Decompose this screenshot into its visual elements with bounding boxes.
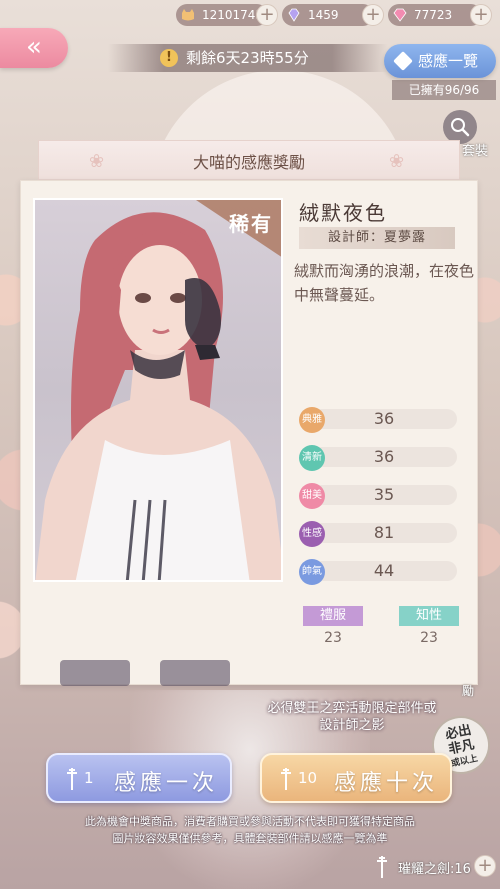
draw-once-label: 感應一次 bbox=[114, 771, 219, 796]
draw-once-cost: 1 bbox=[84, 769, 94, 787]
diamond-counter: 1459 + bbox=[282, 4, 384, 26]
draw-once-button[interactable]: 1 感應一次 bbox=[46, 753, 232, 803]
promo-text: 必得雙王之弈活動限定部件或設計師之影 bbox=[267, 701, 437, 733]
search-button[interactable] bbox=[443, 110, 477, 144]
diamond-plus-button[interactable]: + bbox=[362, 4, 384, 26]
diamond-value: 1459 bbox=[308, 8, 339, 22]
stat-value: 44 bbox=[373, 561, 395, 580]
event-timer: ! 剩餘6天23時55分 bbox=[108, 44, 388, 72]
gallery-button[interactable]: 感應一覽 bbox=[384, 44, 496, 78]
pink-gem-icon bbox=[392, 7, 408, 23]
sword-icon bbox=[377, 856, 387, 878]
timer-text: 剩餘6天23時55分 bbox=[186, 49, 309, 67]
stat-badge: 帥氣 bbox=[299, 559, 325, 585]
stat-value: 36 bbox=[373, 447, 395, 466]
stat-sexy: 性感 81 bbox=[299, 521, 459, 547]
stat-cool: 帥氣 44 bbox=[299, 559, 459, 585]
search-icon bbox=[451, 118, 470, 137]
stat-value: 35 bbox=[373, 485, 395, 504]
reward-modal-header: ❀ ❀ 大喵的感應獎勵 bbox=[38, 140, 460, 180]
attribute-stats: 典雅 36 清新 36 甜美 35 性感 81 帥氣 44 bbox=[299, 407, 459, 597]
gem-plus-button[interactable]: + bbox=[470, 4, 492, 26]
reward-side-label: 勵 bbox=[462, 684, 475, 698]
stat-value: 81 bbox=[373, 523, 395, 542]
tag-value: 23 bbox=[324, 630, 342, 646]
reward-card: 稀有 絨默夜色 設計師：夏夢露 絨默而洶湧的浪潮，在夜色中無聲蔓延。 典雅 36… bbox=[20, 180, 478, 685]
disclaimer: 此為機會中獎商品，消費者購買或參與活動不代表即可獲得特定商品 圖片妝容效果僅供參… bbox=[0, 813, 500, 847]
stat-badge: 甜美 bbox=[299, 483, 325, 509]
stat-badge: 典雅 bbox=[299, 407, 325, 433]
gallery-button-label: 感應一覽 bbox=[418, 52, 479, 70]
player-id-counter: 121017439 + bbox=[176, 4, 278, 26]
gallery-gem-icon bbox=[393, 51, 413, 71]
player-id-plus-button[interactable]: + bbox=[256, 4, 278, 26]
tag-gown: 禮服 23 bbox=[303, 606, 363, 646]
tag-label: 知性 bbox=[399, 606, 459, 626]
draw-ten-button[interactable]: 10 感應十次 bbox=[260, 753, 452, 803]
resource-bar: 121017439 + 1459 + 77723 + bbox=[0, 0, 500, 30]
modal-title: 大喵的感應獎勵 bbox=[192, 153, 305, 172]
tag-value: 23 bbox=[420, 630, 438, 646]
cat-icon bbox=[180, 7, 196, 23]
draw-ten-label: 感應十次 bbox=[334, 771, 439, 796]
sword-plus-button[interactable]: + bbox=[474, 855, 496, 877]
key-icon bbox=[67, 768, 77, 790]
back-button[interactable]: « bbox=[0, 28, 68, 68]
disclaimer-line: 圖片妝容效果僅供參考，具體套裝部件請以感應一覽為準 bbox=[112, 832, 388, 845]
stat-fresh: 清新 36 bbox=[299, 445, 459, 471]
key-icon bbox=[281, 768, 291, 790]
item-description: 絨默而洶湧的浪潮，在夜色中無聲蔓延。 bbox=[294, 262, 475, 304]
sword-counter: 璀耀之劍:16 + bbox=[370, 854, 500, 880]
tag-intellectual: 知性 23 bbox=[399, 606, 459, 646]
stat-badge: 性感 bbox=[299, 521, 325, 547]
item-tags: 禮服 23 知性 23 bbox=[303, 606, 459, 656]
gem-counter: 77723 + bbox=[388, 4, 492, 26]
diamond-icon bbox=[286, 7, 302, 23]
stat-badge: 清新 bbox=[299, 445, 325, 471]
hidden-item-tab bbox=[160, 660, 230, 686]
item-portrait: 稀有 bbox=[33, 198, 283, 582]
hidden-item-tab bbox=[60, 660, 130, 686]
disclaimer-line: 此為機會中獎商品，消費者購買或參與活動不代表即可獲得特定商品 bbox=[85, 815, 415, 828]
gem-value: 77723 bbox=[414, 8, 453, 22]
item-name: 絨默夜色 bbox=[299, 201, 387, 225]
designer-label: 設計師：夏夢露 bbox=[299, 227, 455, 249]
owned-count: 已擁有96/96 bbox=[392, 80, 496, 100]
stat-elegant: 典雅 36 bbox=[299, 407, 459, 433]
sword-count: 璀耀之劍:16 bbox=[398, 862, 471, 877]
rarity-label: 稀有 bbox=[229, 212, 273, 236]
draw-ten-cost: 10 bbox=[298, 769, 318, 787]
tag-label: 禮服 bbox=[303, 606, 363, 626]
outfit-side-label: 套裝 bbox=[462, 144, 489, 159]
stat-value: 36 bbox=[373, 409, 395, 428]
warning-icon: ! bbox=[160, 49, 178, 67]
stat-sweet: 甜美 35 bbox=[299, 483, 459, 509]
